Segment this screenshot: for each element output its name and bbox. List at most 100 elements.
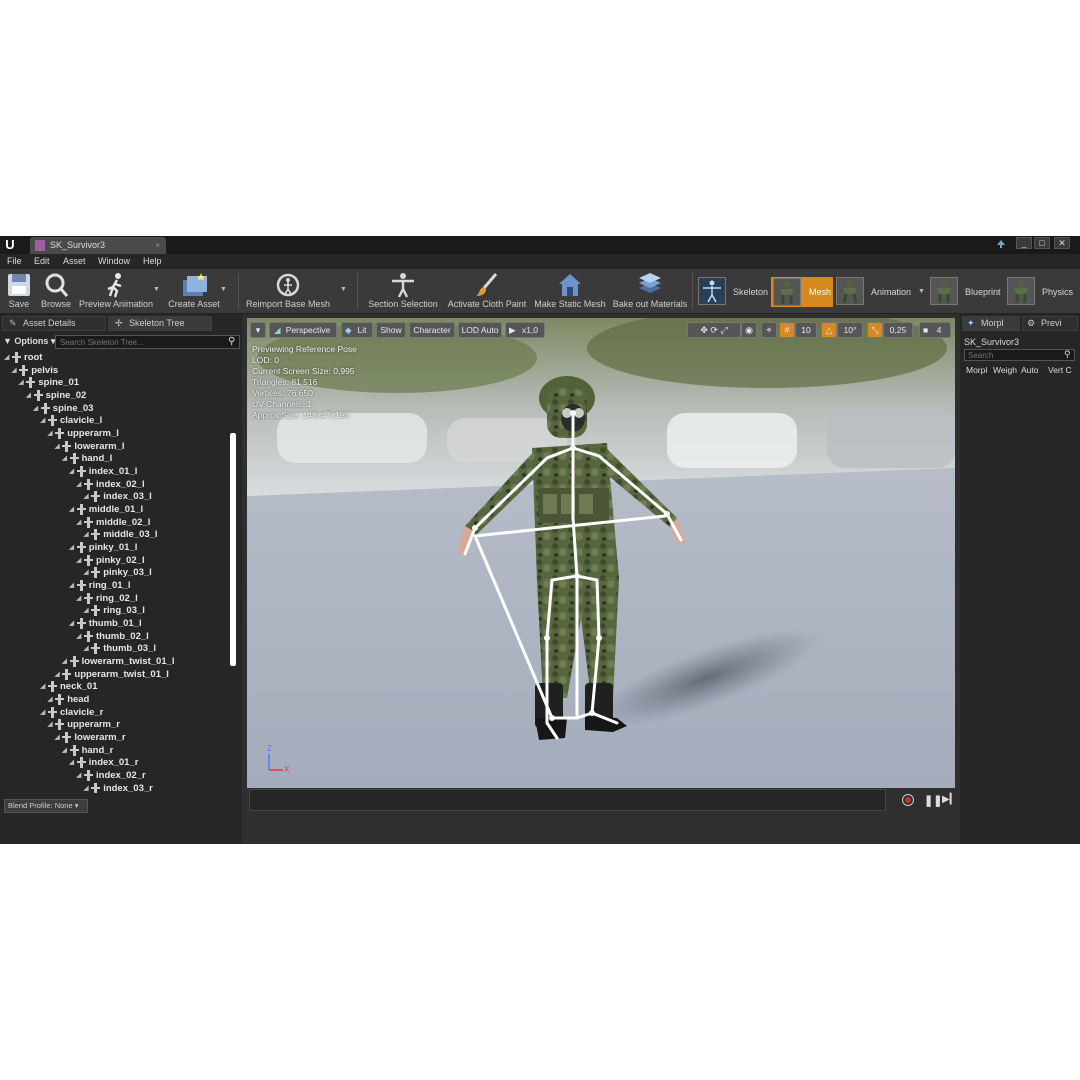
tree-row[interactable]: ◢ index_02_r — [0, 770, 236, 782]
expand-toggle-icon[interactable]: ◢ — [83, 530, 88, 538]
document-tab[interactable]: SK_Survivor3 × — [30, 237, 166, 254]
morph-search-input[interactable] — [964, 349, 1075, 361]
lit-button[interactable]: ◆ Lit — [341, 322, 373, 338]
expand-toggle-icon[interactable]: ◢ — [83, 568, 88, 576]
tree-row[interactable]: ◢ index_01_l — [0, 466, 236, 478]
tree-row[interactable]: ◢ root — [0, 352, 236, 364]
pause-icon[interactable]: ❚❚ — [924, 794, 942, 807]
tab-skeleton-tree[interactable]: ✢ Skeleton Tree — [108, 316, 212, 331]
surface-snap-icon[interactable]: ⌖ — [761, 322, 777, 338]
lod-button[interactable]: LOD Auto — [458, 322, 502, 338]
mode-blueprint-button[interactable]: Blueprint — [930, 277, 1004, 307]
make-static-mesh-button[interactable]: Make Static Mesh — [534, 269, 606, 313]
expand-toggle-icon[interactable]: ◢ — [54, 442, 59, 450]
menu-file[interactable]: File — [7, 256, 22, 266]
tree-row[interactable]: ◢ pelvis — [0, 364, 236, 377]
section-selection-button[interactable]: Section Selection — [366, 269, 440, 313]
tree-row[interactable]: ◢ middle_03_l — [0, 529, 236, 541]
tree-row[interactable]: ◢ thumb_02_l — [0, 630, 236, 643]
camera-speed-button[interactable]: ■ 4 — [919, 322, 951, 338]
grid-snap-icon[interactable]: # — [779, 322, 795, 338]
mode-mesh-button[interactable]: Mesh — [771, 277, 833, 307]
expand-toggle-icon[interactable]: ◢ — [4, 353, 9, 361]
expand-toggle-icon[interactable]: ◢ — [47, 429, 52, 437]
character-button[interactable]: Character — [409, 322, 455, 338]
tab-preview-settings[interactable]: ⚙ Previ — [1022, 316, 1078, 331]
expand-toggle-icon[interactable]: ◢ — [76, 480, 81, 488]
tree-row[interactable]: ◢ lowerarm_twist_01_l — [0, 656, 236, 668]
expand-toggle-icon[interactable]: ◢ — [62, 454, 67, 462]
browse-button[interactable]: Browse — [38, 269, 74, 313]
tree-row[interactable]: ◢ ring_03_l — [0, 605, 236, 617]
tree-row[interactable]: ◢ lowerarm_l — [0, 440, 236, 453]
expand-toggle-icon[interactable]: ◢ — [69, 758, 74, 766]
tree-row[interactable]: ◢ index_01_r — [0, 757, 236, 769]
show-button[interactable]: Show — [376, 322, 406, 338]
tree-row[interactable]: ◢ middle_02_l — [0, 516, 236, 529]
animation-timeline[interactable] — [249, 789, 886, 811]
menu-window[interactable]: Window — [98, 256, 130, 266]
create-asset-button[interactable]: Create Asset — [166, 269, 222, 313]
expand-toggle-icon[interactable]: ◢ — [11, 366, 16, 374]
create-asset-dropdown-icon[interactable]: ▼ — [220, 286, 227, 293]
tree-scrollbar[interactable] — [230, 433, 236, 666]
expand-toggle-icon[interactable]: ◢ — [47, 695, 52, 703]
minimize-button[interactable]: _ — [1016, 237, 1032, 249]
tab-asset-details[interactable]: ✎ Asset Details — [2, 316, 106, 331]
maximize-button[interactable]: □ — [1034, 237, 1050, 249]
blend-profile-dropdown[interactable]: Blend Profile: None ▾ — [4, 799, 88, 813]
column-weight[interactable]: Weigh — [993, 365, 1017, 375]
expand-toggle-icon[interactable]: ◢ — [83, 644, 88, 652]
tree-row[interactable]: ◢ clavicle_l — [0, 415, 236, 427]
tree-row[interactable]: ◢ thumb_03_l — [0, 643, 236, 655]
expand-toggle-icon[interactable]: ◢ — [76, 632, 81, 640]
unreal-logo-icon[interactable]: U — [2, 237, 18, 253]
expand-toggle-icon[interactable]: ◢ — [33, 404, 38, 412]
expand-toggle-icon[interactable]: ◢ — [83, 492, 88, 500]
preview-animation-button[interactable]: Preview Animation — [78, 269, 154, 313]
expand-toggle-icon[interactable]: ◢ — [40, 708, 45, 716]
mode-animation-button[interactable]: Animation ▼ — [836, 277, 926, 307]
world-space-icon[interactable]: ◉ — [741, 322, 757, 338]
column-vertex-count[interactable]: Vert C — [1048, 365, 1072, 375]
tree-row[interactable]: ◢ pinky_01_l — [0, 542, 236, 554]
tree-row[interactable]: ◢ index_03_l — [0, 491, 236, 503]
tree-row[interactable]: ◢ head — [0, 694, 236, 706]
expand-toggle-icon[interactable]: ◢ — [76, 518, 81, 526]
tree-row[interactable]: ◢ lowerarm_r — [0, 732, 236, 744]
expand-toggle-icon[interactable]: ◢ — [76, 556, 81, 564]
mode-skeleton-button[interactable]: Skeleton — [698, 277, 770, 307]
grid-snap-value[interactable]: 10 — [795, 322, 817, 338]
tree-row[interactable]: ◢ thumb_01_l — [0, 618, 236, 630]
skeleton-tree-search-input[interactable] — [55, 335, 240, 349]
rotation-snap-icon[interactable]: △ — [821, 322, 837, 338]
save-button[interactable]: Save — [2, 269, 36, 313]
rotation-snap-value[interactable]: 10° — [837, 322, 863, 338]
expand-toggle-icon[interactable]: ◢ — [69, 619, 74, 627]
expand-toggle-icon[interactable]: ◢ — [54, 733, 59, 741]
menu-edit[interactable]: Edit — [34, 256, 50, 266]
close-window-button[interactable]: ✕ — [1054, 237, 1070, 249]
skeleton-tree-list[interactable]: ◢ root ◢ pelvis ◢ spine_01 ◢ spine_02 ◢ spine_03 ◢… — [0, 352, 236, 793]
options-dropdown[interactable]: ▼ Options ▾ — [3, 336, 55, 347]
step-forward-icon[interactable]: ▶▎ — [942, 794, 957, 805]
expand-toggle-icon[interactable]: ◢ — [40, 682, 45, 690]
record-button[interactable] — [902, 794, 914, 806]
tree-row[interactable]: ◢ spine_01 — [0, 377, 236, 389]
tree-row[interactable]: ◢ hand_l — [0, 453, 236, 465]
expand-toggle-icon[interactable]: ◢ — [69, 467, 74, 475]
expand-toggle-icon[interactable]: ◢ — [76, 594, 81, 602]
menu-help[interactable]: Help — [143, 256, 162, 266]
expand-toggle-icon[interactable]: ◢ — [76, 771, 81, 779]
tree-row[interactable]: ◢ upperarm_r — [0, 719, 236, 731]
reimport-base-mesh-button[interactable]: Reimport Base Mesh — [246, 269, 330, 313]
tree-row[interactable]: ◢ upperarm_twist_01_l — [0, 668, 236, 681]
tree-row[interactable]: ◢ hand_r — [0, 744, 236, 757]
expand-toggle-icon[interactable]: ◢ — [62, 746, 67, 754]
reimport-dropdown-icon[interactable]: ▼ — [340, 286, 347, 293]
expand-toggle-icon[interactable]: ◢ — [83, 606, 88, 614]
activate-cloth-paint-button[interactable]: Activate Cloth Paint — [446, 269, 528, 313]
tree-row[interactable]: ◢ neck_01 — [0, 681, 236, 693]
expand-toggle-icon[interactable]: ◢ — [18, 378, 23, 386]
expand-toggle-icon[interactable]: ◢ — [69, 581, 74, 589]
